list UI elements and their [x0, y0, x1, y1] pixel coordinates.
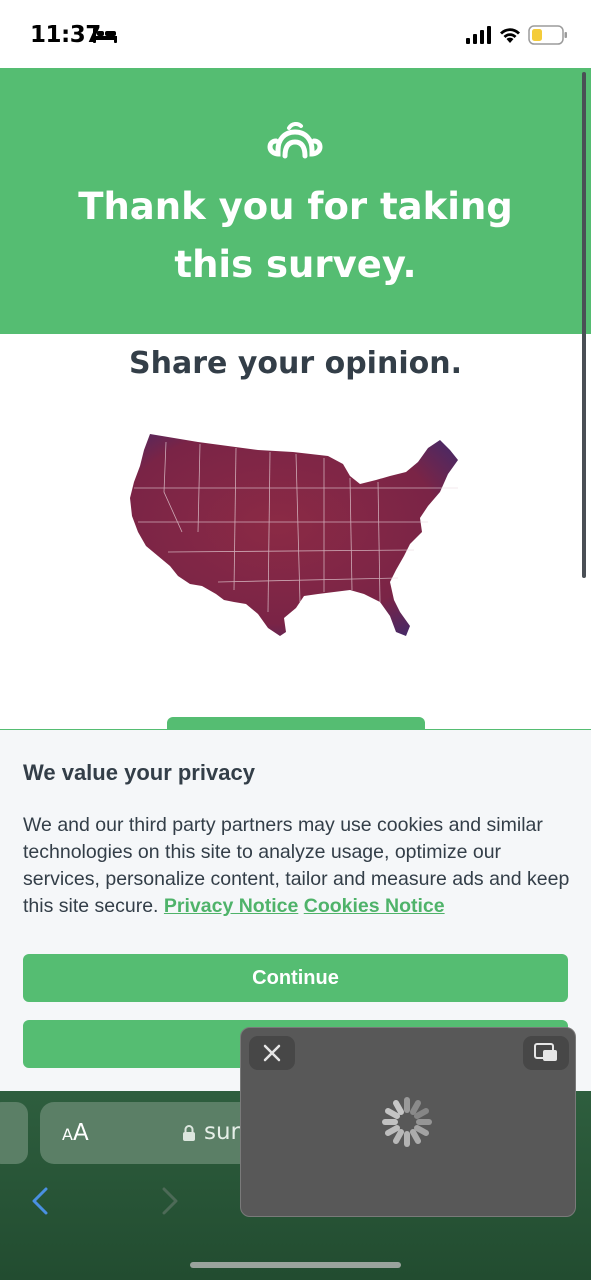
text-size-button[interactable]: AA: [62, 1120, 89, 1146]
aa-large-label: A: [72, 1120, 89, 1146]
usa-map-image: [130, 434, 458, 636]
previous-tab[interactable]: [0, 1102, 28, 1164]
thank-you-header: Thank you for taking this survey.: [0, 68, 591, 334]
aa-small-label: A: [62, 1125, 73, 1144]
privacy-title: We value your privacy: [23, 760, 255, 785]
surveymonkey-logo-icon: [267, 121, 323, 159]
continue-button[interactable]: Continue: [23, 954, 568, 1002]
share-opinion-title: Share your opinion.: [129, 346, 462, 381]
status-bar: 11:37: [0, 0, 591, 68]
close-icon: [263, 1044, 281, 1062]
back-arrow-icon[interactable]: [30, 1187, 50, 1215]
pip-expand-icon: [534, 1043, 557, 1061]
cookies-notice-link[interactable]: Cookies Notice: [304, 895, 445, 917]
privacy-body: We and our third party partners may use …: [23, 812, 571, 920]
scroll-indicator: [582, 72, 586, 578]
battery-icon: [528, 25, 567, 45]
bed-icon: [93, 28, 117, 43]
wifi-icon: [500, 28, 520, 43]
status-time: 11:37: [30, 22, 101, 48]
forward-arrow-icon[interactable]: [160, 1187, 180, 1215]
thank-you-title: Thank you for taking this survey.: [78, 185, 513, 286]
lock-icon: [183, 1125, 195, 1141]
picture-in-picture-window[interactable]: [240, 1027, 576, 1217]
pip-close-button[interactable]: [249, 1036, 295, 1070]
url-text: sur: [204, 1119, 241, 1145]
signal-icon: [466, 26, 491, 44]
privacy-notice-link[interactable]: Privacy Notice: [164, 895, 298, 917]
loading-spinner-icon: [382, 1097, 432, 1147]
pip-expand-button[interactable]: [523, 1036, 569, 1070]
home-indicator: [190, 1262, 401, 1268]
